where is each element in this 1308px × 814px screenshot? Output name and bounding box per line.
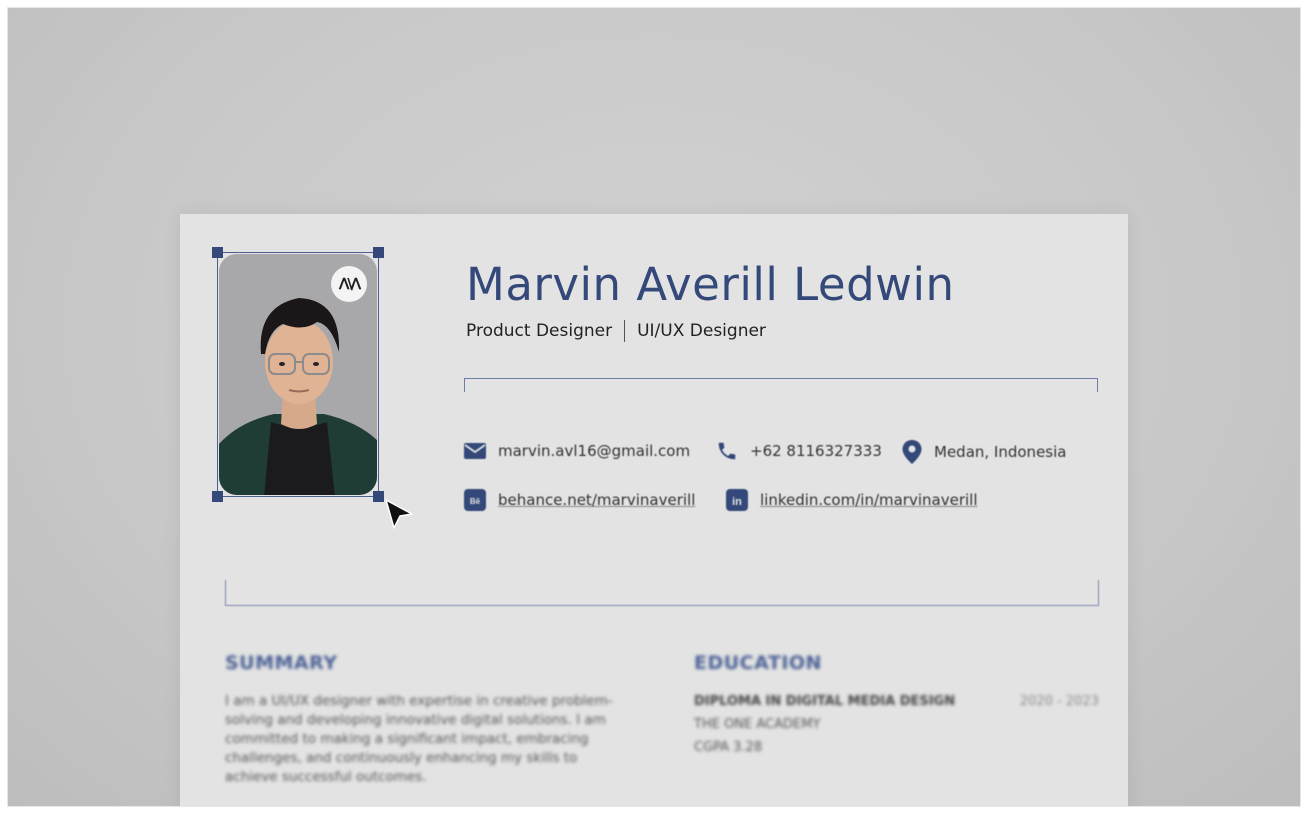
role-secondary: UI/UX Designer bbox=[637, 321, 766, 341]
svg-text:in: in bbox=[732, 496, 742, 508]
education-title: EDUCATION bbox=[694, 652, 822, 674]
summary-title: SUMMARY bbox=[225, 652, 338, 674]
header-bracket-bottom bbox=[225, 580, 1099, 606]
contact-phone-text: +62 8116327333 bbox=[750, 442, 882, 460]
header-bracket-top bbox=[464, 378, 1098, 392]
contact-email[interactable]: marvin.avl16@gmail.com bbox=[464, 442, 690, 460]
resume-name[interactable]: Marvin Averill Ledwin bbox=[466, 258, 955, 311]
resume-roles[interactable]: Product Designer UI/UX Designer bbox=[466, 320, 766, 342]
education-degree-row: DIPLOMA IN DIGITAL MEDIA DESIGN 2020 - 2… bbox=[694, 694, 1099, 709]
contact-linkedin[interactable]: in linkedin.com/in/marvinaverill bbox=[726, 489, 978, 511]
role-primary: Product Designer bbox=[466, 321, 613, 341]
brand-logo: ꓥ\ꓥ bbox=[331, 266, 367, 302]
mail-icon bbox=[464, 443, 486, 459]
contact-behance-text: behance.net/marvinaverill bbox=[498, 491, 696, 509]
role-divider bbox=[624, 320, 626, 342]
resize-handle-bottom-left[interactable] bbox=[212, 491, 223, 502]
resize-handle-top-left[interactable] bbox=[212, 247, 223, 258]
brand-logo-text: ꓥ\ꓥ bbox=[338, 275, 361, 293]
education-section: EDUCATION DIPLOMA IN DIGITAL MEDIA DESIG… bbox=[694, 652, 1099, 755]
education-degree: DIPLOMA IN DIGITAL MEDIA DESIGN bbox=[694, 694, 956, 709]
contact-linkedin-text: linkedin.com/in/marvinaverill bbox=[760, 491, 978, 509]
svg-text:Bē: Bē bbox=[470, 497, 481, 506]
profile-photo[interactable]: ꓥ\ꓥ bbox=[219, 254, 377, 495]
resize-handle-top-right[interactable] bbox=[373, 247, 384, 258]
contact-email-text: marvin.avl16@gmail.com bbox=[498, 442, 691, 460]
behance-icon: Bē bbox=[464, 489, 486, 511]
map-pin-icon bbox=[902, 440, 922, 464]
backdrop: ꓥ\ꓥ Marvin Averill Ledwin Product Design… bbox=[8, 8, 1300, 806]
contact-behance[interactable]: Bē behance.net/marvinaverill bbox=[464, 489, 695, 511]
contact-location[interactable]: Medan, Indonesia bbox=[902, 440, 1066, 464]
summary-section: SUMMARY I am a UI/UX designer with exper… bbox=[225, 652, 625, 787]
summary-text: I am a UI/UX designer with expertise in … bbox=[225, 693, 613, 785]
contact-phone[interactable]: +62 8116327333 bbox=[716, 440, 882, 462]
linkedin-icon: in bbox=[726, 489, 748, 511]
phone-icon bbox=[716, 440, 738, 462]
education-years: 2020 - 2023 bbox=[1019, 694, 1099, 709]
profile-photo-frame[interactable]: ꓥ\ꓥ bbox=[212, 247, 384, 502]
resume-page: ꓥ\ꓥ Marvin Averill Ledwin Product Design… bbox=[180, 214, 1128, 806]
education-school: THE ONE ACADEMY bbox=[694, 717, 821, 732]
education-gpa: CGPA 3.28 bbox=[694, 740, 763, 755]
contact-location-text: Medan, Indonesia bbox=[934, 443, 1067, 461]
mouse-pointer-icon bbox=[385, 499, 413, 529]
